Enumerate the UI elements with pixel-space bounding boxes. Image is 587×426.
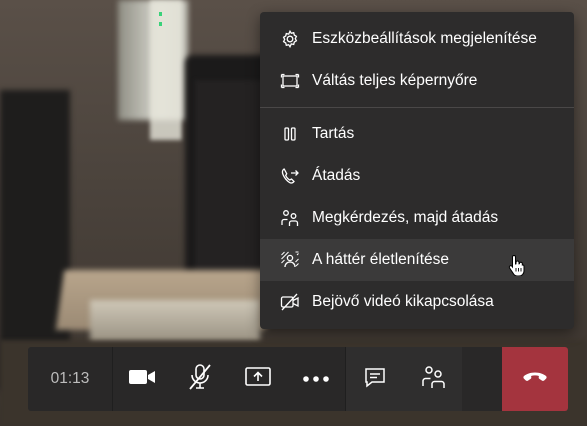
chat-icon [363,365,387,394]
hang-up-icon [522,370,548,388]
menu-separator [260,107,574,108]
participants-icon [420,364,446,395]
microphone-muted-icon [187,363,213,396]
menu-item-label: Eszközbeállítások megjelenítése [312,30,537,47]
more-options-button[interactable] [287,347,345,411]
gear-icon [280,29,300,49]
hang-up-button[interactable] [502,347,568,411]
video-off-icon [280,292,300,312]
participants-button[interactable] [404,347,462,411]
consult-transfer-icon [280,208,300,228]
transfer-call-icon [280,166,300,186]
menu-item-label: Bejövő videó kikapcsolása [312,293,494,310]
camera-icon [128,367,156,392]
menu-item-label: Váltás teljes képernyőre [312,72,478,89]
menu-item-hold[interactable]: Tartás [260,113,574,155]
menu-item-label: A háttér életlenítése [312,251,450,268]
menu-item-label: Tartás [312,125,355,142]
call-timer: 01:13 [28,347,113,411]
more-actions-menu: Eszközbeállítások megjelenítése Váltás t… [260,12,574,329]
call-control-bar: 01:13 [28,347,568,411]
microphone-button[interactable] [171,347,229,411]
camera-button[interactable] [113,347,171,411]
share-screen-icon [244,365,272,394]
menu-item-fullscreen[interactable]: Váltás teljes képernyőre [260,60,574,102]
menu-item-consult-transfer[interactable]: Megkérdezés, majd átadás [260,197,574,239]
menu-item-label: Megkérdezés, majd átadás [312,209,499,226]
menu-item-incoming-video-off[interactable]: Bejövő videó kikapcsolása [260,281,574,323]
hand-pointer-cursor-icon [508,254,526,277]
pause-icon [280,124,300,144]
menu-item-blur-background[interactable]: A háttér életlenítése [260,239,574,281]
fullscreen-icon [280,71,300,91]
more-options-icon [302,370,330,388]
menu-item-label: Átadás [312,167,361,184]
share-screen-button[interactable] [229,347,287,411]
blur-background-icon [280,250,300,270]
menu-item-device-settings[interactable]: Eszközbeállítások megjelenítése [260,18,574,60]
menu-item-transfer[interactable]: Átadás [260,155,574,197]
chat-button[interactable] [346,347,404,411]
